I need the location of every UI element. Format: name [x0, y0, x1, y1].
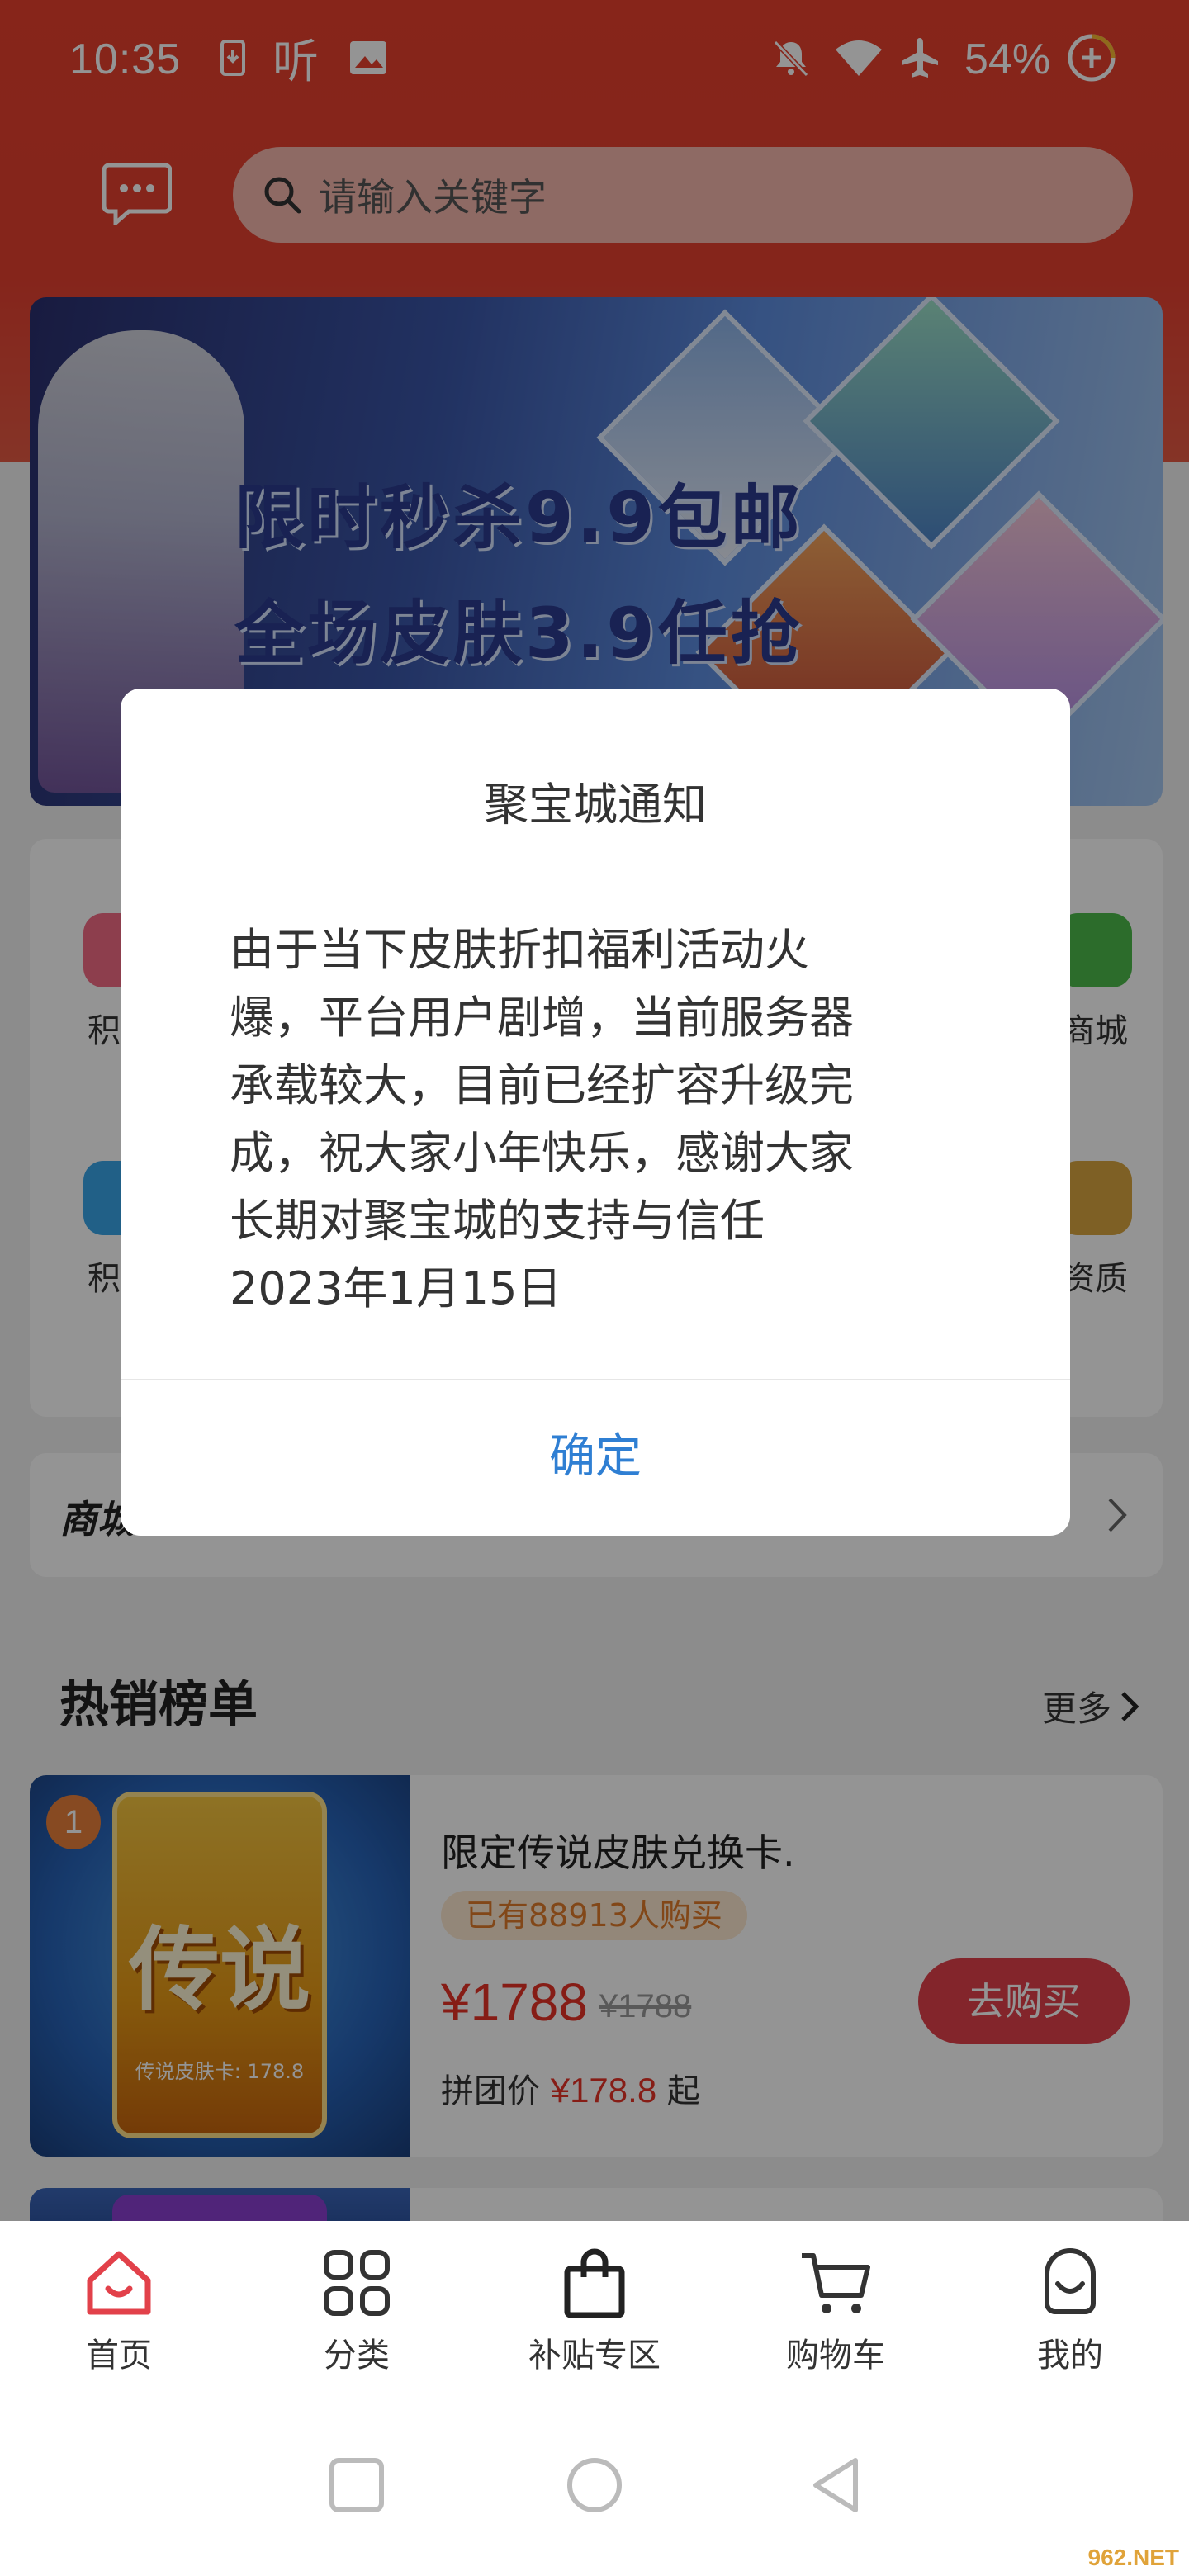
- tab-subsidy[interactable]: 补贴专区: [495, 2246, 694, 2376]
- dialog-message: 由于当下皮肤折扣福利活动火 爆，平台用户剧增，当前服务器 承载较大，目前已经扩容…: [230, 924, 854, 1314]
- tab-mine[interactable]: 我的: [971, 2246, 1169, 2376]
- recents-icon[interactable]: [325, 2454, 388, 2517]
- notice-dialog: 聚宝城通知 由于当下皮肤折扣福利活动火 爆，平台用户剧增，当前服务器 承载较大，…: [121, 689, 1070, 1536]
- confirm-button[interactable]: 确定: [121, 1379, 1070, 1536]
- back-icon[interactable]: [804, 2454, 867, 2517]
- cart-icon: [802, 2253, 870, 2313]
- shopping-bag-icon: [564, 2248, 625, 2318]
- watermark: 962.NET: [1087, 2545, 1180, 2570]
- tab-category[interactable]: 分类: [258, 2246, 456, 2376]
- bottom-tab-bar: 首页 分类 补贴专区 购物车 我的: [0, 2221, 1189, 2394]
- system-nav-bar: 962.NET: [0, 2394, 1189, 2576]
- tab-home[interactable]: 首页: [20, 2246, 218, 2376]
- home-icon: [87, 2251, 151, 2315]
- dialog-title: 聚宝城通知: [484, 779, 707, 831]
- tab-cart[interactable]: 购物车: [737, 2246, 935, 2376]
- home-nav-icon[interactable]: [563, 2454, 626, 2517]
- user-icon: [1045, 2247, 1096, 2314]
- grid-icon: [324, 2250, 390, 2316]
